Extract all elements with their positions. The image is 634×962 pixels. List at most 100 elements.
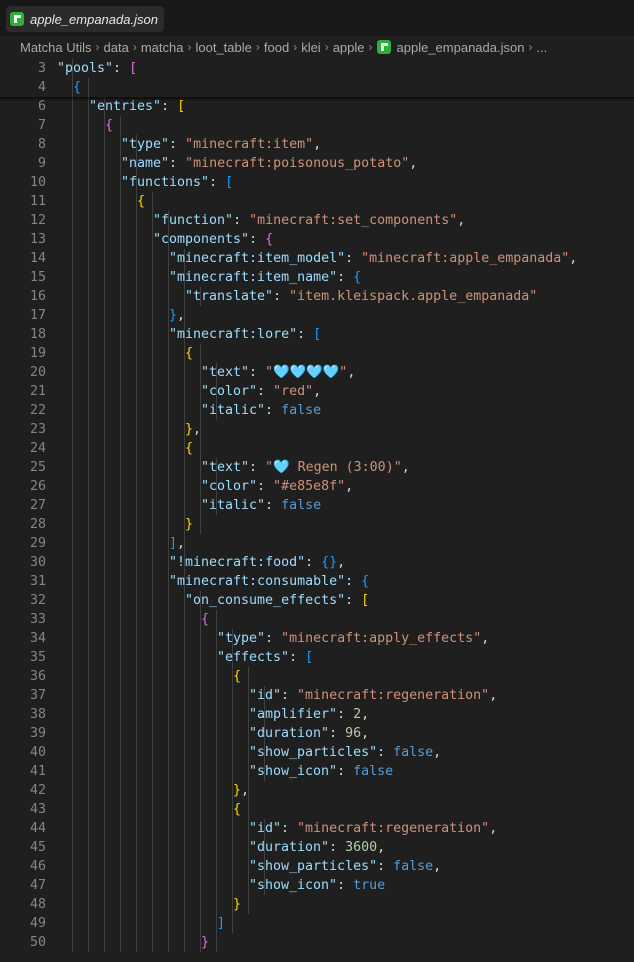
code-token: "show_icon"	[249, 764, 338, 779]
code-text: "type": "minecraft:apply_effects",	[217, 629, 489, 648]
code-line[interactable]: 31 "minecraft:consumable": {	[0, 572, 634, 591]
line-number: 45	[29, 840, 46, 855]
code-line[interactable]: 14 "minecraft:item_model": "minecraft:app…	[0, 249, 634, 268]
code-line[interactable]: 4{	[0, 78, 634, 97]
code-token: "translate"	[185, 289, 274, 304]
line-number: 41	[29, 764, 46, 779]
code-line[interactable]: 45 "duration": 3600,	[0, 838, 634, 857]
breadcrumb-item-symbol[interactable]: ...	[536, 40, 547, 55]
code-token: "color"	[201, 479, 258, 494]
code-line[interactable]: 32 "on_consume_effects": [	[0, 591, 634, 610]
code-line[interactable]: 46 "show_particles": false,	[0, 857, 634, 876]
line-number: 25	[29, 460, 46, 475]
code-text: "amplifier": 2,	[249, 705, 369, 724]
breadcrumb-item-food[interactable]: food	[264, 40, 289, 55]
code-line[interactable]: 11 {	[0, 192, 634, 211]
code-text: },	[169, 306, 185, 325]
code-line[interactable]: 21 "color": "red",	[0, 382, 634, 401]
code-text: "effects": [	[217, 648, 313, 667]
code-line[interactable]: 42},	[0, 781, 634, 800]
code-line[interactable]: 16 "translate": "item.kleispack.apple_emp…	[0, 287, 634, 306]
code-token: "red"	[273, 384, 314, 399]
code-line[interactable]: 47 "show_icon": true	[0, 876, 634, 895]
breadcrumb: Matcha Utils › data › matcha › loot_tabl…	[0, 36, 634, 58]
breadcrumb-item-file[interactable]: apple_empanada.json	[397, 40, 525, 55]
code-line[interactable]: 10 "functions": [	[0, 173, 634, 192]
code-line[interactable]: 17},	[0, 306, 634, 325]
code-line[interactable]: 49]	[0, 914, 634, 933]
code-line[interactable]: 37 "id": "minecraft:regeneration",	[0, 686, 634, 705]
breadcrumb-item-loot-table[interactable]: loot_table	[195, 40, 251, 55]
breadcrumb-chevron-icon: ›	[528, 40, 533, 54]
code-line[interactable]: 26 "color": "#e85e8f",	[0, 477, 634, 496]
code-token: :	[345, 251, 362, 266]
code-line[interactable]: 40 "show_particles": false,	[0, 743, 634, 762]
code-line[interactable]: 39 "duration": 96,	[0, 724, 634, 743]
line-number: 18	[29, 327, 46, 342]
code-line[interactable]: 36 {	[0, 667, 634, 686]
code-text: "!minecraft:food": {},	[169, 553, 345, 572]
code-line[interactable]: 43 {	[0, 800, 634, 819]
breadcrumb-item-apple[interactable]: apple	[333, 40, 365, 55]
code-token: :	[337, 764, 354, 779]
code-text: "show_particles": false,	[249, 857, 441, 876]
line-number: 24	[29, 441, 46, 456]
code-line[interactable]: 20 "text": "🩵🩵🩵🩵",	[0, 363, 634, 382]
code-line[interactable]: 38 "amplifier": 2,	[0, 705, 634, 724]
code-line[interactable]: 7{	[0, 116, 634, 135]
code-line[interactable]: 28}	[0, 515, 634, 534]
code-line[interactable]: 48}	[0, 895, 634, 914]
breadcrumb-item-data[interactable]: data	[104, 40, 129, 55]
code-token: :	[169, 156, 186, 171]
code-line[interactable]: 25 "text": "🩵 Regen (3:00)",	[0, 458, 634, 477]
code-line[interactable]: 41 "show_icon": false	[0, 762, 634, 781]
breadcrumb-chevron-icon: ›	[95, 40, 100, 54]
tab-apple-empanada[interactable]: apple_empanada.json	[6, 6, 164, 32]
code-text: "on_consume_effects": [	[185, 591, 369, 610]
code-line[interactable]: 12 "function": "minecraft:set_components"…	[0, 211, 634, 230]
code-line[interactable]: 15 "minecraft:item_name": {	[0, 268, 634, 287]
code-line[interactable]: 18 "minecraft:lore": [	[0, 325, 634, 344]
code-line[interactable]: 44 "id": "minecraft:regeneration",	[0, 819, 634, 838]
code-token: "show_particles"	[249, 745, 378, 760]
code-line[interactable]: 33 {	[0, 610, 634, 629]
code-text: "italic": false	[201, 401, 321, 420]
code-line[interactable]: 27 "italic": false	[0, 496, 634, 515]
breadcrumb-item-matcha[interactable]: matcha	[141, 40, 184, 55]
code-line[interactable]: 30 "!minecraft:food": {},	[0, 553, 634, 572]
code-line[interactable]: 9 "name": "minecraft:poisonous_potato",	[0, 154, 634, 173]
code-text: "color": "red",	[201, 382, 321, 401]
code-token: "italic"	[201, 403, 266, 418]
code-line[interactable]: 29],	[0, 534, 634, 553]
code-token: 3600	[345, 840, 378, 855]
code-line[interactable]: 24 {	[0, 439, 634, 458]
code-token: "show_particles"	[249, 859, 378, 874]
breadcrumb-item-matcha-utils[interactable]: Matcha Utils	[20, 40, 92, 55]
code-line[interactable]: 35 "effects": [	[0, 648, 634, 667]
line-number: 22	[29, 403, 46, 418]
code-text: }	[201, 933, 209, 952]
code-line[interactable]: 23},	[0, 420, 634, 439]
code-line[interactable]: 34 "type": "minecraft:apply_effects",	[0, 629, 634, 648]
code-line[interactable]: 8 "type": "minecraft:item",	[0, 135, 634, 154]
code-line[interactable]: 19 {	[0, 344, 634, 363]
code-line[interactable]: 13 "components": {	[0, 230, 634, 249]
code-line[interactable]: 50}	[0, 933, 634, 952]
line-number: 29	[29, 536, 46, 551]
code-line[interactable]: 3 "pools": [	[0, 59, 634, 78]
line-number: 21	[29, 384, 46, 399]
code-token: "text"	[201, 460, 250, 475]
code-token: "minecraft:item"	[185, 137, 314, 152]
line-number: 38	[29, 707, 46, 722]
code-token: ,	[377, 840, 386, 855]
line-number: 14	[29, 251, 46, 266]
code-editor[interactable]: 3 "pools": [4{6 "entries": [7{8 "type": "mi…	[0, 59, 634, 962]
code-token: :	[265, 631, 282, 646]
code-token: :	[345, 593, 362, 608]
code-line[interactable]: 22 "italic": false	[0, 401, 634, 420]
breadcrumb-item-klei[interactable]: klei	[301, 40, 321, 55]
code-token: ,	[347, 365, 356, 380]
code-token: :	[249, 365, 266, 380]
code-token: :	[337, 878, 354, 893]
code-text: "duration": 3600,	[249, 838, 385, 857]
